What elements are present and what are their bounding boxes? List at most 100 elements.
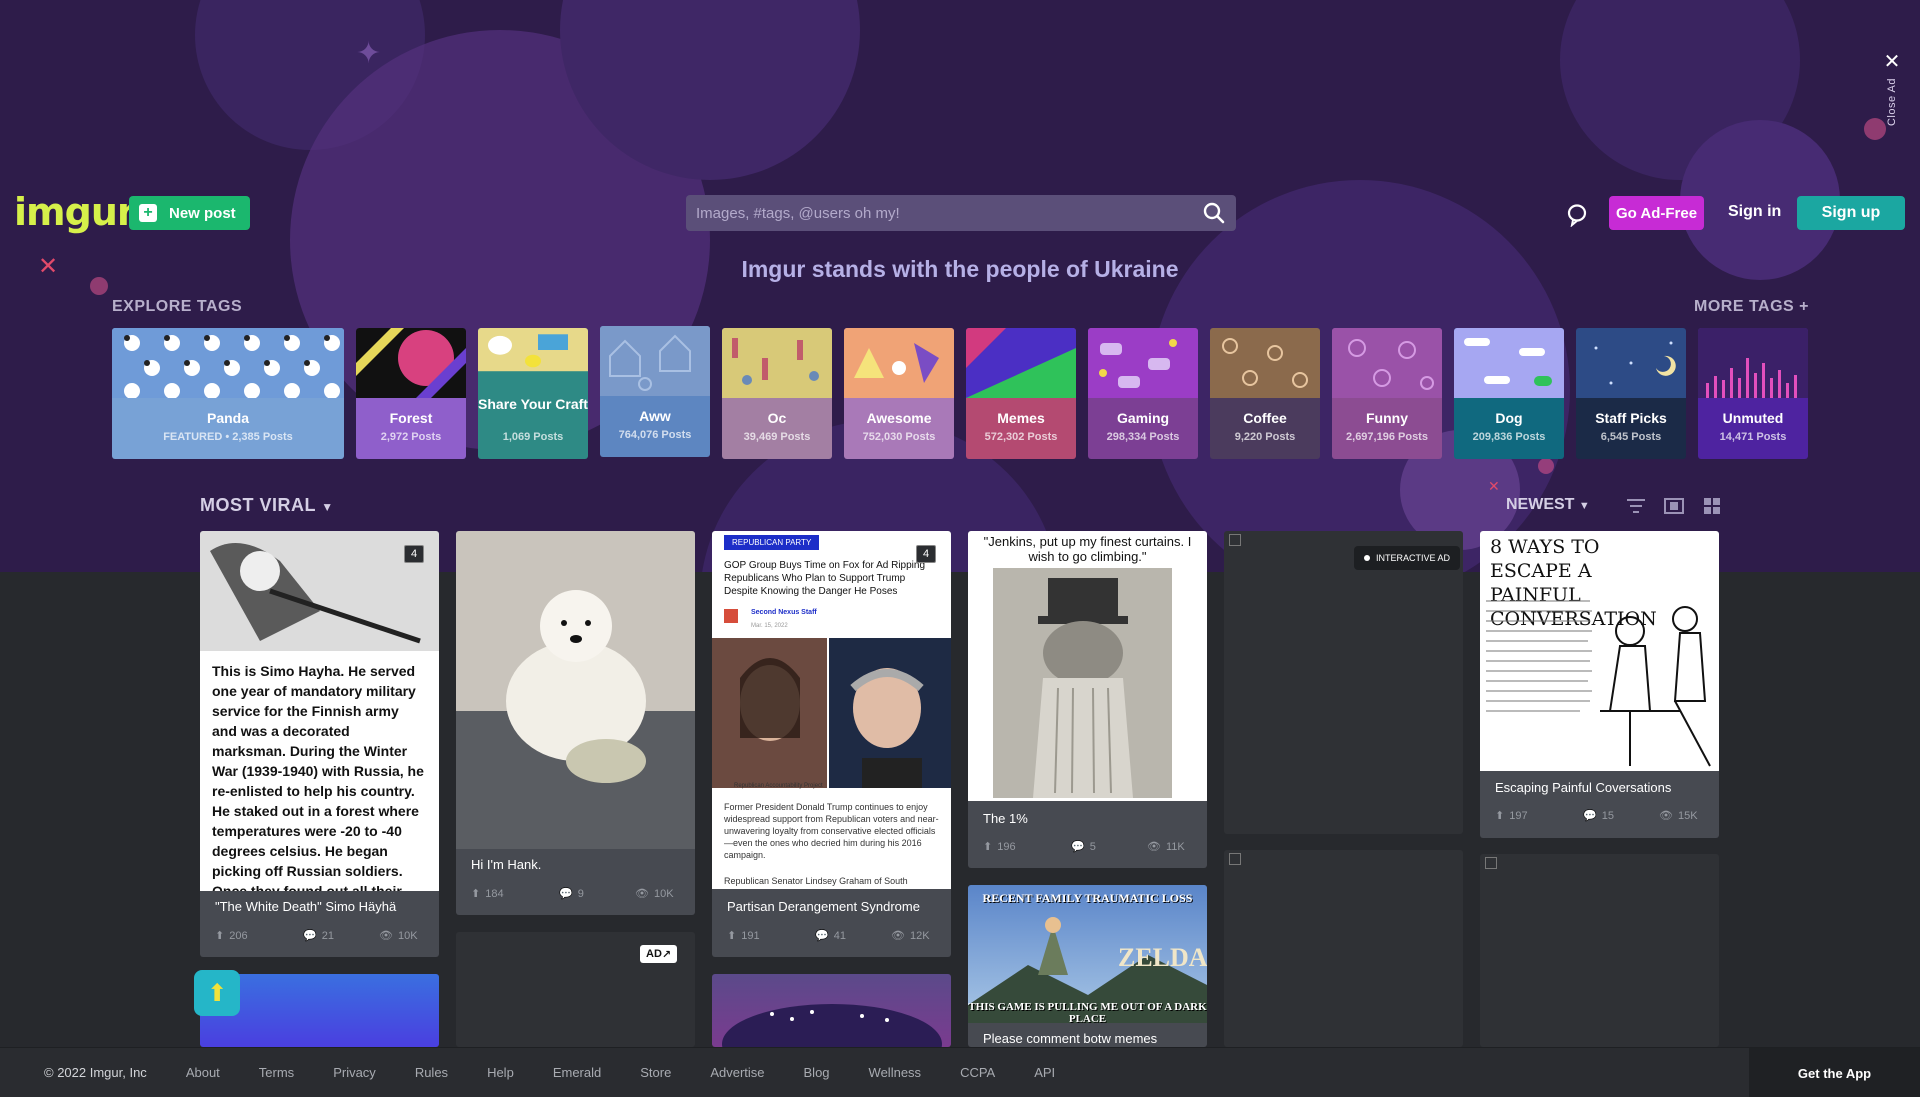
- filter-icon[interactable]: [1626, 497, 1646, 515]
- footer-link-api[interactable]: API: [1034, 1065, 1055, 1080]
- views-icon: 👁: [1147, 841, 1161, 853]
- tag-share-your-craft[interactable]: Share Your Craft 1,069 Posts: [478, 328, 588, 459]
- footer-link-advertise[interactable]: Advertise: [710, 1065, 764, 1080]
- ad-card[interactable]: INTERACTIVE AD: [1224, 531, 1463, 834]
- footer-link-about[interactable]: About: [186, 1065, 220, 1080]
- ad-card[interactable]: [1224, 850, 1463, 1047]
- footer-link-store[interactable]: Store: [640, 1065, 671, 1080]
- tag-thumbnail: [356, 328, 466, 398]
- upvote-icon[interactable]: ⬆: [471, 887, 480, 900]
- tag-name: Memes: [997, 410, 1045, 426]
- image-caption: "Jenkins, put up my finest curtains. I w…: [983, 534, 1192, 564]
- view-count: 11K: [1165, 840, 1185, 853]
- go-ad-free-button[interactable]: Go Ad-Free: [1609, 196, 1704, 230]
- search-bar[interactable]: [686, 195, 1236, 231]
- tag-coffee[interactable]: Coffee 9,220 Posts: [1210, 328, 1320, 459]
- search-icon[interactable]: [1202, 201, 1226, 225]
- tag-count: 2,697,196 Posts: [1346, 431, 1428, 443]
- tag-aww[interactable]: Aww 764,076 Posts: [600, 326, 710, 457]
- comment-icon: 💬: [1071, 841, 1085, 853]
- footer-link-privacy[interactable]: Privacy: [333, 1065, 376, 1080]
- ad-card[interactable]: [1480, 854, 1719, 1047]
- tag-name: Gaming: [1116, 410, 1170, 426]
- post-title: Escaping Painful Coversations: [1495, 780, 1672, 795]
- tag-name: Panda: [206, 410, 249, 426]
- footer-link-ccpa[interactable]: CCPA: [960, 1065, 995, 1080]
- footer-link-help[interactable]: Help: [487, 1065, 514, 1080]
- close-ad-button[interactable]: ✕ Close Ad: [1880, 52, 1904, 131]
- view-count: 12K: [909, 929, 930, 942]
- tag-memes[interactable]: Memes 572,302 Posts: [966, 328, 1076, 459]
- tag-unmuted[interactable]: Unmuted 14,471 Posts: [1698, 328, 1808, 459]
- post-card[interactable]: "Jenkins, put up my finest curtains. I w…: [968, 531, 1207, 868]
- interactive-ad-label: INTERACTIVE AD: [1376, 553, 1451, 563]
- post-card[interactable]: 8 WAYS TO ESCAPE A PAINFUL CONVERSATION …: [1480, 531, 1719, 838]
- tag-count: 209,836 Posts: [1472, 431, 1546, 443]
- ukraine-banner[interactable]: Imgur stands with the people of Ukraine: [0, 256, 1920, 283]
- views-icon: 👁: [1659, 810, 1673, 822]
- upvote-icon[interactable]: ⬆: [983, 840, 992, 853]
- decor-dot: [1538, 458, 1554, 474]
- tag-count: 9,220 Posts: [1234, 431, 1296, 443]
- tag-count: 764,076 Posts: [618, 429, 692, 441]
- post-card[interactable]: Hi I'm Hank. ⬆ 184 💬 9 👁 10K: [456, 531, 695, 915]
- tag-name: Aww: [639, 408, 671, 424]
- upvote-icon[interactable]: ⬆: [215, 929, 224, 942]
- emerald-upvote-icon[interactable]: ⬆: [194, 970, 240, 1016]
- tag-funny[interactable]: Funny 2,697,196 Posts: [1332, 328, 1442, 459]
- tag-oc[interactable]: Oc 39,469 Posts: [722, 328, 832, 459]
- comic-drawing: [1486, 600, 1711, 767]
- tag-staff-picks[interactable]: Staff Picks 6,545 Posts: [1576, 328, 1686, 459]
- tag-gaming[interactable]: Gaming 298,334 Posts: [1088, 328, 1198, 459]
- order-dropdown[interactable]: NEWEST ▼: [1506, 496, 1590, 514]
- new-post-button[interactable]: + New post: [129, 196, 250, 230]
- more-tags-link[interactable]: MORE TAGS +: [1694, 298, 1809, 316]
- article-photo: [712, 638, 951, 788]
- post-card[interactable]: RECENT FAMILY TRAUMATIC LOSS ZELDA THIS …: [968, 885, 1207, 1047]
- tag-dog[interactable]: Dog 209,836 Posts: [1454, 328, 1564, 459]
- post-card[interactable]: 4 This is Simo Hayha. He served one year…: [200, 531, 439, 957]
- tag-count: 1,069 Posts: [502, 431, 564, 443]
- grid-view-icon[interactable]: [1702, 497, 1722, 515]
- list-view-icon[interactable]: [1664, 497, 1684, 515]
- get-the-app-button[interactable]: Get the App: [1749, 1048, 1920, 1097]
- tag-panda[interactable]: Panda FEATURED • 2,385 Posts: [112, 328, 344, 459]
- upvote-icon[interactable]: ⬆: [1495, 809, 1504, 822]
- close-icon: ✕: [1883, 51, 1901, 73]
- tag-thumbnail: [1576, 328, 1686, 398]
- new-post-label: New post: [169, 204, 236, 222]
- close-ad-label: Close Ad: [1886, 78, 1898, 127]
- tag-thumbnail: [966, 328, 1076, 398]
- tag-awesome[interactable]: Awesome 752,030 Posts: [844, 328, 954, 459]
- footer-link-blog[interactable]: Blog: [804, 1065, 830, 1080]
- tag-forest[interactable]: Forest 2,972 Posts: [356, 328, 466, 459]
- sort-dropdown[interactable]: MOST VIRAL ▼: [200, 495, 334, 516]
- footer-link-rules[interactable]: Rules: [415, 1065, 448, 1080]
- sort-label: MOST VIRAL: [200, 495, 316, 515]
- tag-thumbnail: [478, 328, 588, 372]
- comment-count: 21: [321, 929, 334, 942]
- tag-thumbnail: [600, 326, 710, 396]
- chat-bubble-icon[interactable]: [1566, 203, 1588, 227]
- post-title: Partisan Derangement Syndrome: [727, 899, 920, 914]
- sign-in-link[interactable]: Sign in: [1728, 203, 1781, 221]
- sign-up-button[interactable]: Sign up: [1797, 196, 1905, 230]
- upvote-icon[interactable]: ⬆: [727, 929, 736, 942]
- ad-label: AD ↗: [640, 945, 678, 963]
- post-card[interactable]: REPUBLICAN PARTY GOP Group Buys Time on …: [712, 531, 951, 957]
- imgur-logo[interactable]: imgur: [14, 190, 136, 234]
- post-stats: ⬆ 191 💬 41 👁 12K: [727, 929, 936, 943]
- footer-link-emerald[interactable]: Emerald: [553, 1065, 601, 1080]
- post-image: [456, 531, 695, 849]
- ad-card[interactable]: AD ↗: [456, 932, 695, 1047]
- search-input[interactable]: [696, 204, 1202, 222]
- tag-name: Share Your Craft: [478, 396, 588, 412]
- post-title: Hi I'm Hank.: [471, 857, 542, 872]
- footer-link-wellness[interactable]: Wellness: [869, 1065, 922, 1080]
- ad-label-text: AD: [646, 948, 662, 960]
- post-card[interactable]: [712, 974, 951, 1047]
- views-icon: 👁: [379, 930, 393, 942]
- post-image: "Jenkins, put up my finest curtains. I w…: [968, 531, 1207, 801]
- footer-link-terms[interactable]: Terms: [259, 1065, 294, 1080]
- image-count-badge: 4: [916, 545, 936, 563]
